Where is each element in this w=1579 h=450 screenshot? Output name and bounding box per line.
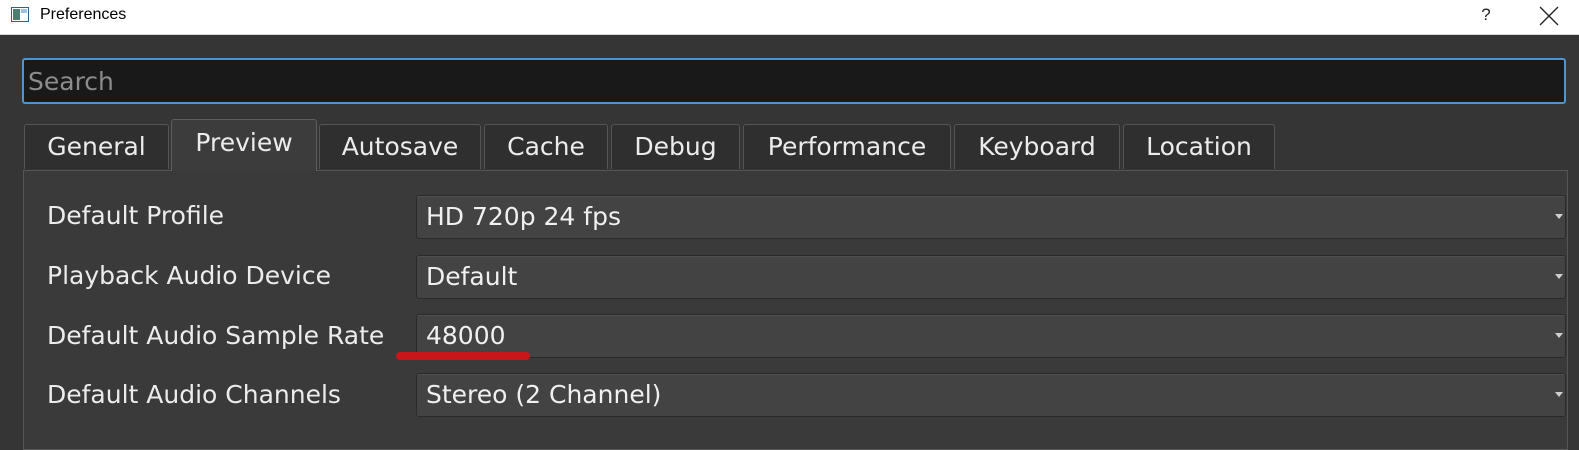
close-icon bbox=[1539, 6, 1559, 26]
tab-location[interactable]: Location bbox=[1123, 124, 1275, 169]
playback-audio-device-label: Playback Audio Device bbox=[47, 261, 331, 290]
tab-general[interactable]: General bbox=[24, 124, 169, 169]
preferences-dialog: General Preview Autosave Cache Debug Per… bbox=[0, 35, 1579, 450]
default-audio-sample-rate-select[interactable]: 48000 bbox=[416, 314, 1566, 358]
close-button[interactable] bbox=[1534, 3, 1579, 31]
default-audio-channels-label: Default Audio Channels bbox=[47, 380, 341, 409]
default-audio-sample-rate-label: Default Audio Sample Rate bbox=[47, 321, 385, 350]
red-underline-annotation bbox=[396, 352, 530, 360]
tab-performance[interactable]: Performance bbox=[743, 124, 951, 169]
tab-keyboard[interactable]: Keyboard bbox=[954, 124, 1120, 169]
help-button[interactable]: ? bbox=[1472, 2, 1500, 30]
chevron-down-icon bbox=[1555, 274, 1563, 279]
search-input[interactable] bbox=[22, 58, 1566, 104]
default-audio-channels-select[interactable]: Stereo (2 Channel) bbox=[416, 373, 1566, 417]
default-audio-channels-value: Stereo (2 Channel) bbox=[426, 380, 662, 409]
default-profile-value: HD 720p 24 fps bbox=[426, 202, 621, 231]
tab-bar: General Preview Autosave Cache Debug Per… bbox=[23, 119, 1579, 171]
default-audio-sample-rate-value: 48000 bbox=[426, 321, 506, 350]
app-icon bbox=[11, 7, 29, 22]
playback-audio-device-select[interactable]: Default bbox=[416, 255, 1566, 299]
chevron-down-icon bbox=[1555, 333, 1563, 338]
tab-autosave[interactable]: Autosave bbox=[319, 124, 481, 169]
default-profile-label: Default Profile bbox=[47, 201, 225, 230]
title-bar: Preferences ? bbox=[0, 0, 1579, 35]
chevron-down-icon bbox=[1555, 392, 1563, 397]
tab-cache[interactable]: Cache bbox=[484, 124, 608, 169]
playback-audio-device-value: Default bbox=[426, 262, 518, 291]
window-title: Preferences bbox=[40, 6, 127, 23]
tab-debug[interactable]: Debug bbox=[611, 124, 740, 169]
tab-preview[interactable]: Preview bbox=[171, 119, 317, 171]
default-profile-select[interactable]: HD 720p 24 fps bbox=[416, 195, 1566, 239]
chevron-down-icon bbox=[1555, 214, 1563, 219]
